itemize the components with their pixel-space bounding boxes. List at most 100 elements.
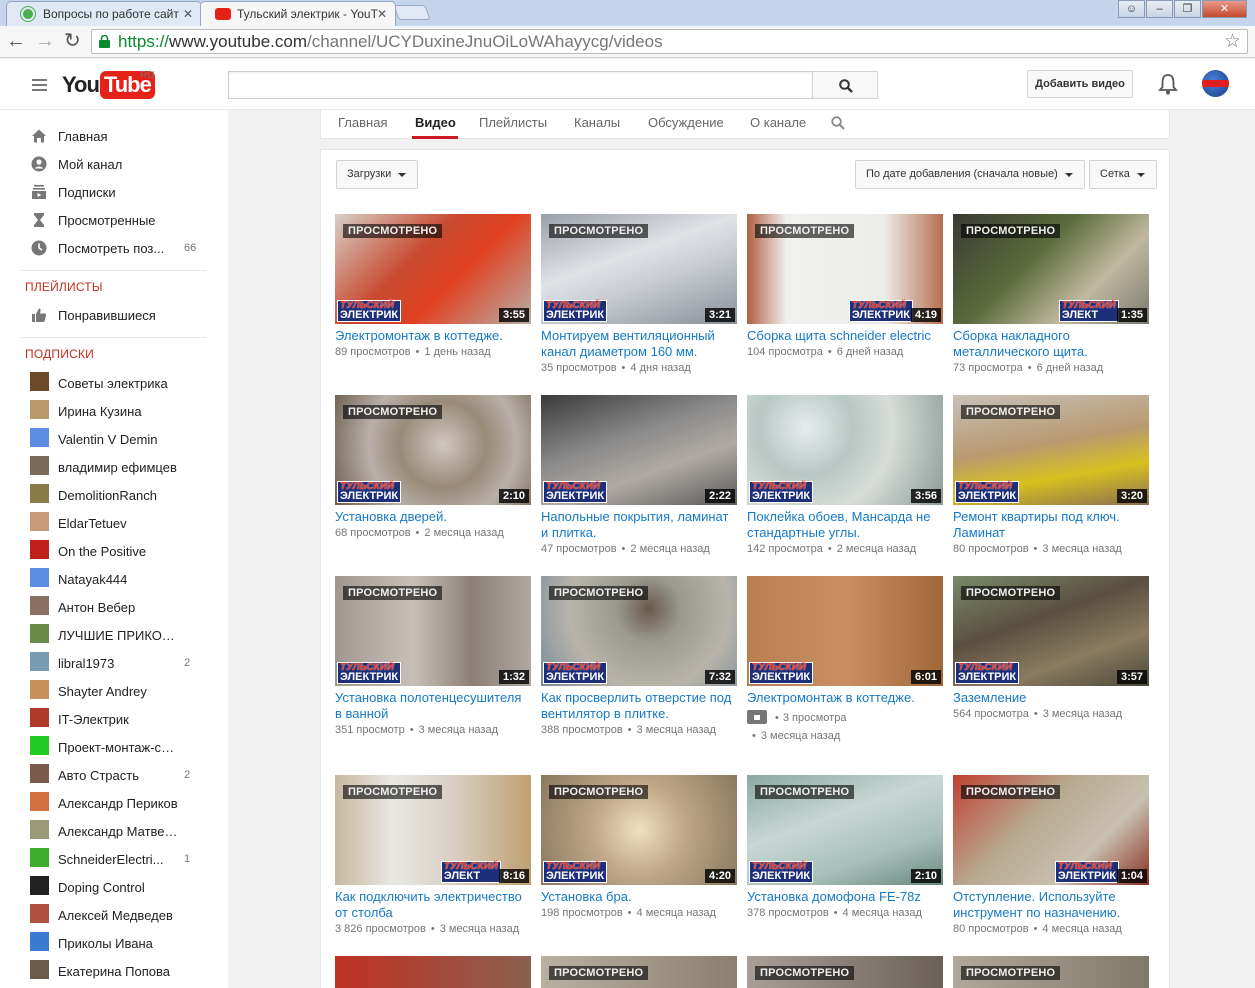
forward-arrow-icon[interactable]: → xyxy=(35,30,55,52)
sidebar-subscription-item[interactable]: IT-Электрик xyxy=(0,705,228,733)
sidebar-subscription-item[interactable]: Shayter Andrey xyxy=(0,677,228,705)
video-title-link[interactable]: Сборка накладного металлического щита. xyxy=(953,328,1149,360)
sidebar-subscription-item[interactable]: Александр Матвеев xyxy=(0,817,228,845)
sidebar-subscription-item[interactable]: Авто Страсть 2 xyxy=(0,761,228,789)
video-title-link[interactable]: Напольные покрытия, ламинат и плитка. xyxy=(541,509,737,541)
tab-channels[interactable]: Каналы xyxy=(574,115,620,130)
video-thumbnail[interactable] xyxy=(335,956,531,988)
search-button[interactable] xyxy=(812,71,878,99)
video-title-link[interactable]: Заземление xyxy=(953,690,1149,706)
account-avatar[interactable] xyxy=(1202,70,1229,97)
sidebar-subscription-item[interactable]: libral1973 2 xyxy=(0,649,228,677)
sidebar-subscription-item[interactable]: Советы электрика xyxy=(0,369,228,397)
video-duration: 3:20 xyxy=(1116,489,1147,503)
video-title-link[interactable]: Электромонтаж в коттедже. xyxy=(335,328,531,344)
video-thumbnail[interactable]: ТУЛЬСКИЙ ЭЛЕКТРИК 6:01 xyxy=(747,576,943,686)
video-title-link[interactable]: Поклейка обоев, Мансарда не стандартные … xyxy=(747,509,943,541)
video-title-link[interactable]: Установка бра. xyxy=(541,889,737,905)
restore-button[interactable]: ❐ xyxy=(1174,0,1201,18)
video-thumbnail[interactable]: ПРОСМОТРЕНО xyxy=(953,956,1149,988)
sidebar-subscription-item[interactable]: Valentin V Demin xyxy=(0,425,228,453)
sidebar-subscription-item[interactable]: Проект-монтаж-серв... xyxy=(0,733,228,761)
playlists-heading[interactable]: ПЛЕЙЛИСТЫ xyxy=(25,280,103,294)
minimize-button[interactable]: – xyxy=(1146,0,1173,18)
logo-you-text: You xyxy=(62,72,100,97)
sidebar-subscription-item[interactable]: Антон Вебер xyxy=(0,593,228,621)
sidebar-subscription-item[interactable]: Приколы Ивана xyxy=(0,929,228,957)
sidebar-item-liked[interactable]: Понравившиеся xyxy=(0,301,228,329)
sidebar-subscription-item[interactable]: EldarTetuev xyxy=(0,509,228,537)
new-tab-button[interactable] xyxy=(393,5,431,20)
sidebar-item-subscriptions[interactable]: Подписки xyxy=(0,178,228,206)
sort-dropdown[interactable]: По дате добавления (сначала новые) xyxy=(855,160,1085,189)
tab-discussion[interactable]: Обсуждение xyxy=(648,115,724,130)
video-title-link[interactable]: Электромонтаж в коттедже. xyxy=(747,690,943,706)
sidebar-subscription-item[interactable]: SchneiderElectri... 1 xyxy=(0,845,228,873)
sidebar-item-home[interactable]: Главная xyxy=(0,122,228,150)
sidebar-subscription-item[interactable]: Александр Периков xyxy=(0,789,228,817)
video-title-link[interactable]: Как подключить электричество от столба xyxy=(335,889,531,921)
uploads-dropdown[interactable]: Загрузки xyxy=(336,160,419,189)
watched-badge: ПРОСМОТРЕНО xyxy=(343,405,443,419)
sidebar-subscription-item[interactable]: Doping Control xyxy=(0,873,228,901)
video-thumbnail[interactable]: ТУЛЬСКИЙ ЭЛЕКТРИК 3:56 xyxy=(747,395,943,505)
video-thumbnail[interactable]: ПРОСМОТРЕНО ТУЛЬСКИЙ ЭЛЕКТ 1:35 xyxy=(953,214,1149,324)
close-tab-icon[interactable]: ✕ xyxy=(183,7,193,21)
browser-tab-2[interactable]: Тульский электрик - YouT ✕ xyxy=(200,1,396,26)
bookmark-star-icon[interactable]: ☆ xyxy=(1224,30,1241,53)
view-dropdown[interactable]: Сетка xyxy=(1089,160,1157,189)
video-title-link[interactable]: Ремонт квартиры под ключ. Ламинат xyxy=(953,509,1149,541)
upload-video-button[interactable]: Добавить видео xyxy=(1027,70,1133,98)
sidebar-subscription-item[interactable]: владимир ефимцев xyxy=(0,453,228,481)
subscriptions-heading[interactable]: ПОДПИСКИ xyxy=(25,347,94,361)
sidebar-item-history[interactable]: Просмотренные xyxy=(0,206,228,234)
video-thumbnail[interactable]: ПРОСМОТРЕНО ТУЛЬСКИЙ ЭЛЕКТРИК 3:21 xyxy=(541,214,737,324)
sidebar-subscription-item[interactable]: Natayak444 xyxy=(0,565,228,593)
sidebar-subscription-item[interactable]: ЛУЧШИЕ ПРИКОЛЫ ... xyxy=(0,621,228,649)
sidebar-subscription-item[interactable]: Алексей Медведев xyxy=(0,901,228,929)
tab-about[interactable]: О канале xyxy=(750,115,806,130)
tab-home[interactable]: Главная xyxy=(338,115,387,130)
video-title-link[interactable]: Установка дверей. xyxy=(335,509,531,525)
sidebar-subscription-item[interactable]: DemolitionRanch xyxy=(0,481,228,509)
video-thumbnail[interactable]: ПРОСМОТРЕНО ТУЛЬСКИЙ ЭЛЕКТРИК 2:10 xyxy=(335,395,531,505)
video-thumbnail[interactable]: ПРОСМОТРЕНО ТУЛЬСКИЙ ЭЛЕКТРИК 2:10 xyxy=(747,775,943,885)
video-title-link[interactable]: Отступление. Используйте инструмент по н… xyxy=(953,889,1149,921)
video-thumbnail[interactable]: ПРОСМОТРЕНО ТУЛЬСКИЙ ЭЛЕКТРИК 3:57 xyxy=(953,576,1149,686)
video-thumbnail[interactable]: ПРОСМОТРЕНО ТУЛЬСКИЙ ЭЛЕКТРИК 1:32 xyxy=(335,576,531,686)
close-window-button[interactable]: ✕ xyxy=(1202,0,1247,18)
video-thumbnail[interactable]: ПРОСМОТРЕНО xyxy=(747,956,943,988)
notifications-bell-icon[interactable] xyxy=(1158,73,1178,95)
video-title-link[interactable]: Как просверлить отверстие под вентилятор… xyxy=(541,690,737,722)
sidebar-item-my-channel[interactable]: Мой канал xyxy=(0,150,228,178)
tab-playlists[interactable]: Плейлисты xyxy=(479,115,547,130)
video-thumbnail[interactable]: ПРОСМОТРЕНО ТУЛЬСКИЙ ЭЛЕКТРИК 4:20 xyxy=(541,775,737,885)
video-title-link[interactable]: Установка домофона FE-78z xyxy=(747,889,943,905)
url-input[interactable]: https://www.youtube.com/channel/UCYDuxin… xyxy=(91,29,1248,54)
search-input[interactable] xyxy=(228,71,813,99)
video-thumbnail[interactable]: ПРОСМОТРЕНО ТУЛЬСКИЙ ЭЛЕКТРИК 3:55 xyxy=(335,214,531,324)
video-thumbnail[interactable]: ПРОСМОТРЕНО ТУЛЬСКИЙ ЭЛЕКТРИК 4:19 xyxy=(747,214,943,324)
video-title-link[interactable]: Сборка щита schneider electric xyxy=(747,328,943,344)
close-tab-icon[interactable]: ✕ xyxy=(377,7,387,21)
watermark-line2: ЭЛЕКТРИК xyxy=(546,490,605,502)
video-thumbnail[interactable]: ПРОСМОТРЕНО ТУЛЬСКИЙ ЭЛЕКТРИК 1:04 xyxy=(953,775,1149,885)
tab-videos[interactable]: Видео xyxy=(415,115,456,130)
browser-tab-1[interactable]: Вопросы по работе сайт ✕ xyxy=(6,1,202,26)
back-arrow-icon[interactable]: ← xyxy=(6,30,26,52)
sidebar-subscription-item[interactable]: Ирина Кузина xyxy=(0,397,228,425)
sidebar-subscription-item[interactable]: On the Positive xyxy=(0,537,228,565)
video-thumbnail[interactable]: ПРОСМОТРЕНО xyxy=(541,956,737,988)
video-thumbnail[interactable]: ТУЛЬСКИЙ ЭЛЕКТРИК 2:22 xyxy=(541,395,737,505)
video-thumbnail[interactable]: ПРОСМОТРЕНО ТУЛЬСКИЙ ЭЛЕКТРИК 7:32 xyxy=(541,576,737,686)
channel-search-icon[interactable] xyxy=(831,116,845,130)
video-title-link[interactable]: Монтируем вентиляционный канал диаметром… xyxy=(541,328,737,360)
video-thumbnail[interactable]: ПРОСМОТРЕНО ТУЛЬСКИЙ ЭЛЕКТРИК 3:20 xyxy=(953,395,1149,505)
sidebar-subscription-item[interactable]: Екатерина Попова xyxy=(0,957,228,985)
user-profile-icon[interactable]: ☺ xyxy=(1118,0,1145,18)
video-title-link[interactable]: Установка полотенцесушителя в ванной xyxy=(335,690,531,722)
reload-icon[interactable]: ↻ xyxy=(64,30,81,52)
sidebar-item-watch-later[interactable]: Посмотреть поз... 66 xyxy=(0,234,228,262)
menu-icon[interactable] xyxy=(32,79,47,94)
video-thumbnail[interactable]: ПРОСМОТРЕНО ТУЛЬСКИЙ ЭЛЕКТ 8:16 xyxy=(335,775,531,885)
